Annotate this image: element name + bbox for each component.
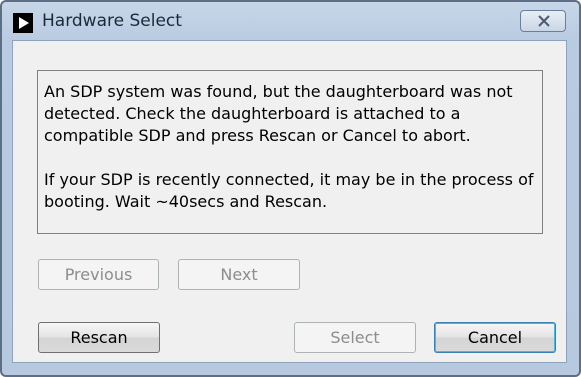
hardware-select-dialog: Hardware Select An SDP system was found,… [0, 0, 581, 377]
message-paragraph-2: If your SDP is recently connected, it ma… [44, 170, 534, 211]
next-button[interactable]: Next [178, 259, 300, 290]
window-title: Hardware Select [42, 11, 182, 31]
close-x-icon [538, 15, 550, 27]
previous-button[interactable]: Previous [38, 259, 159, 290]
select-button[interactable]: Select [294, 322, 416, 353]
message-paragraph-1: An SDP system was found, but the daughte… [44, 82, 513, 145]
dialog-client-area: An SDP system was found, but the daughte… [12, 40, 567, 363]
close-button[interactable] [520, 10, 566, 32]
rescan-button[interactable]: Rescan [38, 322, 160, 353]
play-triangle-icon [13, 13, 33, 33]
message-box: An SDP system was found, but the daughte… [37, 70, 543, 234]
cancel-button[interactable]: Cancel [434, 322, 556, 353]
title-bar[interactable]: Hardware Select [2, 2, 579, 40]
